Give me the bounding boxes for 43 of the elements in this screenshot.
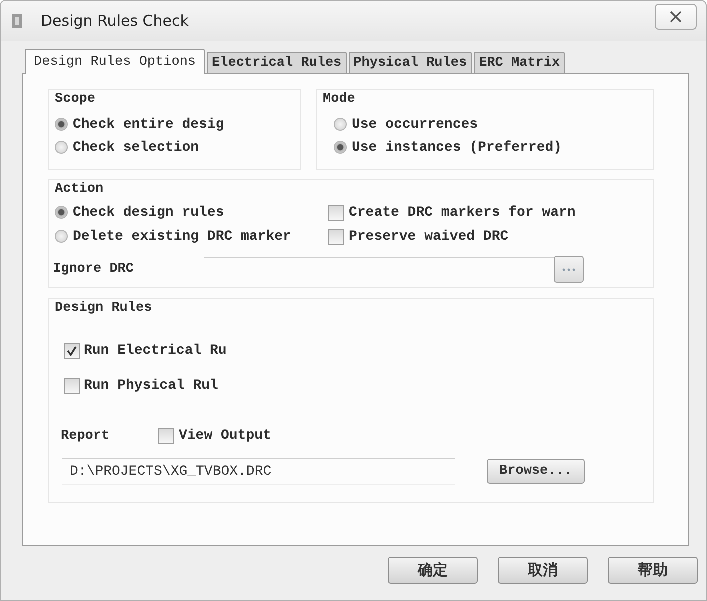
report-label: Report — [61, 428, 111, 444]
radio-button[interactable] — [55, 206, 68, 219]
radio-button[interactable] — [55, 230, 68, 243]
group-title: Design Rules — [55, 301, 152, 317]
tab[interactable]: ERC Matrix — [474, 52, 566, 73]
dialog-button[interactable]: 确定 — [388, 557, 478, 584]
checkbox[interactable] — [64, 342, 80, 358]
radio-label: Use occurrences — [352, 116, 478, 132]
checkbox-label: Preserve waived DRC — [349, 228, 509, 244]
radio-label: Check selection — [73, 140, 200, 156]
checkbox-label: View Output — [179, 428, 272, 444]
checkbox[interactable] — [328, 204, 344, 220]
group-title: Scope — [55, 92, 96, 108]
tab[interactable]: Physical Rules — [348, 52, 472, 73]
close-icon — [670, 11, 682, 23]
radio-button[interactable] — [55, 141, 68, 154]
app-icon — [12, 14, 22, 28]
checkbox[interactable] — [64, 378, 80, 394]
radio-label: Check entire desig — [73, 116, 224, 132]
close-button[interactable] — [655, 4, 697, 30]
radio-label: Use instances (Preferred) — [352, 140, 562, 156]
radio-label: Delete existing DRC marker — [73, 228, 292, 244]
window-title: Design Rules Check — [41, 12, 189, 30]
radio-button[interactable] — [55, 118, 68, 131]
radio-label: Check design rules — [73, 204, 224, 220]
tab[interactable]: Design Rules Options — [25, 49, 206, 74]
checkbox[interactable] — [328, 228, 344, 244]
dialog-button[interactable]: 取消 — [498, 557, 588, 584]
checkbox-label: Create DRC markers for warn — [349, 204, 576, 220]
radio-button[interactable] — [334, 141, 347, 154]
checkbox[interactable] — [158, 428, 174, 444]
radio-button[interactable] — [334, 118, 347, 131]
ellipsis-button[interactable] — [554, 256, 584, 283]
checkbox-label: Run Electrical Ru — [84, 342, 227, 358]
dots-icon — [562, 268, 576, 272]
group-title: Mode — [323, 92, 356, 108]
browse-button[interactable]: Browse... — [487, 459, 585, 484]
tab[interactable]: Electrical Rules — [207, 52, 347, 73]
checkbox-label: Run Physical Rul — [84, 378, 218, 394]
group-title: Action — [55, 182, 104, 198]
field-label: Ignore DRC — [53, 262, 136, 277]
dialog-button[interactable]: 帮助 — [608, 557, 698, 584]
report-file-field[interactable]: D:\PROJECTS\XG_TVBOX.DRC — [62, 458, 455, 485]
